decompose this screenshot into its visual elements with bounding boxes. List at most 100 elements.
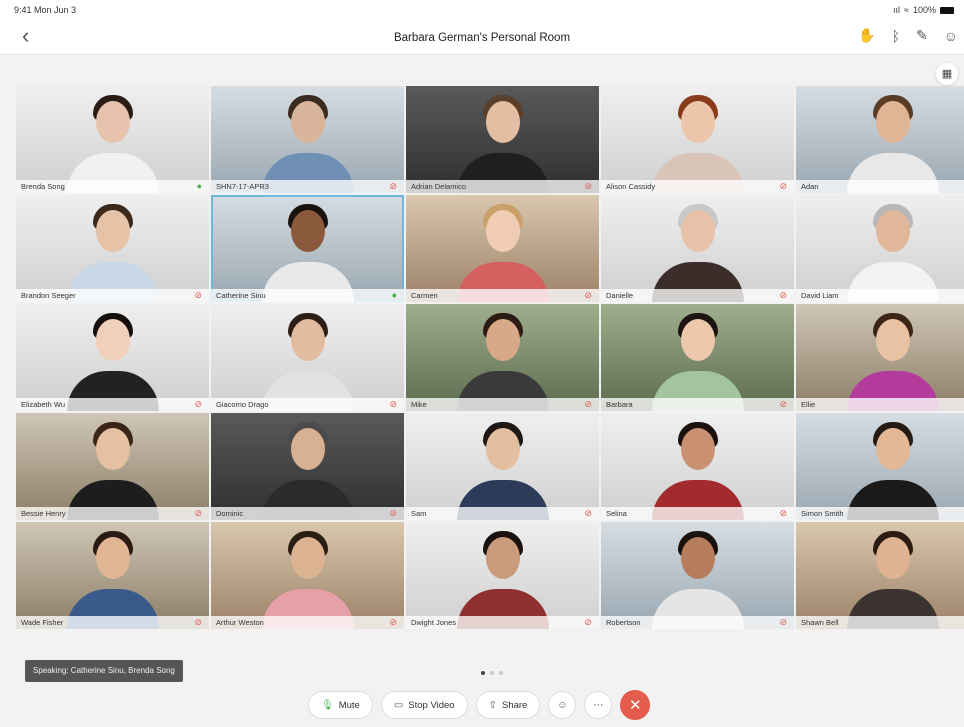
microphone-muted-icon: ⊘ <box>194 508 202 518</box>
participant-video <box>651 525 744 629</box>
participant-name: SHN7-17-APR3 <box>211 180 404 193</box>
participant-tile[interactable]: Dominic ⊘ <box>211 413 404 520</box>
participant-video <box>846 198 939 302</box>
participant-name: Shawn Bell <box>796 616 964 629</box>
participant-tile[interactable]: Elizabeth Wu ⊘ <box>16 304 209 411</box>
participant-tile[interactable]: Simon Smith⊘ <box>796 413 964 520</box>
microphone-muted-icon: ⊘ <box>584 508 592 518</box>
participant-tile[interactable]: Catherine Sinu ● <box>211 195 404 302</box>
share-label: Share <box>501 699 528 711</box>
page-dot[interactable] <box>481 671 485 675</box>
participant-name: David Liam <box>796 289 964 302</box>
status-time: 9:41 Mon Jun 3 <box>14 5 77 15</box>
participant-video <box>261 198 354 302</box>
participant-tile[interactable]: Dwight Jones ⊘ <box>406 522 599 629</box>
participant-name: Giacomo Drago <box>211 398 404 411</box>
layout-toggle-icon[interactable]: ▦ <box>936 63 958 85</box>
microphone-muted-icon: ⊘ <box>779 617 787 627</box>
battery-icon <box>940 6 954 14</box>
participant-video <box>66 307 159 411</box>
participant-tile[interactable]: Shawn Bell⊘ <box>796 522 964 629</box>
more-options-button[interactable]: ⋯ <box>584 691 613 719</box>
participant-tile[interactable]: Bessie Henry ⊘ <box>16 413 209 520</box>
nav-actions: ✋ ᛒ ✎ ☺ <box>858 27 958 44</box>
microphone-icon: ● <box>391 290 397 300</box>
participant-video <box>846 307 939 411</box>
page-indicator[interactable] <box>481 671 503 675</box>
participant-tile[interactable]: Ellie⊘ <box>796 304 964 411</box>
participant-video <box>651 307 744 411</box>
participant-name: Dominic <box>211 507 404 520</box>
participant-video <box>846 525 939 629</box>
end-call-button[interactable]: ✕ <box>620 690 651 720</box>
share-button[interactable]: ⇧ Share <box>475 691 541 719</box>
participant-tile[interactable]: Adan⊘ <box>796 86 964 193</box>
participant-tile[interactable]: SHN7-17-APR3 ⊘ <box>211 86 404 193</box>
participant-tile[interactable]: Alison Cassidy ⊘ <box>601 86 794 193</box>
participant-tile[interactable]: Barbara ⊘ <box>601 304 794 411</box>
participant-name: Carmen <box>406 289 599 302</box>
participant-tile[interactable]: Carmen ⊘ <box>406 195 599 302</box>
participant-tile[interactable]: Brenda Song ● <box>16 86 209 193</box>
microphone-muted-icon: ⊘ <box>779 508 787 518</box>
close-icon: ✕ <box>629 697 642 714</box>
page-dot[interactable] <box>499 671 503 675</box>
participant-name: Simon Smith <box>796 507 964 520</box>
hand-raise-icon[interactable]: ✋ <box>858 27 875 44</box>
participants-button[interactable]: ☺ <box>548 691 577 719</box>
participant-name: Barbara <box>601 398 794 411</box>
participant-name: Catherine Sinu <box>211 289 404 302</box>
video-grid: Brenda Song ● SHN7-17-APR3 ⊘ Adrian Delamico… <box>16 86 964 629</box>
participant-tile[interactable]: Mike ⊘ <box>406 304 599 411</box>
participant-video <box>456 89 549 193</box>
mute-button[interactable]: 🎙 Mute <box>308 691 373 719</box>
microphone-muted-icon: ⊘ <box>584 617 592 627</box>
microphone-muted-icon: ⊘ <box>194 617 202 627</box>
annotate-icon[interactable]: ✎ <box>916 27 928 44</box>
microphone-muted-icon: ⊘ <box>779 181 787 191</box>
mute-label: Mute <box>338 699 360 711</box>
participant-tile[interactable]: Adrian Delamico ⊘ <box>406 86 599 193</box>
microphone-muted-icon: ⊘ <box>194 290 202 300</box>
signal-icon: ııl <box>893 5 901 15</box>
stop-video-button[interactable]: ▭ Stop Video <box>380 691 468 719</box>
participant-name: Adan <box>796 180 964 193</box>
microphone-muted-icon: ⊘ <box>584 290 592 300</box>
participant-video <box>456 525 549 629</box>
microphone-muted-icon: ⊘ <box>389 508 397 518</box>
bluetooth-icon[interactable]: ᛒ <box>892 28 900 44</box>
participants-icon: ☺ <box>557 699 568 711</box>
nav-bar: ‹ Barbara German's Personal Room ✋ ᛒ ✎ ☺ <box>0 20 964 55</box>
participant-tile[interactable]: Selina ⊘ <box>601 413 794 520</box>
call-controls: 🎙 Mute ▭ Stop Video ⇧ Share ☺ ⋯ ✕ <box>308 690 651 720</box>
participant-tile[interactable]: Arthur Weston ⊘ <box>211 522 404 629</box>
microphone-muted-icon: ⊘ <box>779 399 787 409</box>
participant-name: Brandon Seeger <box>16 289 209 302</box>
participant-tile[interactable]: Giacomo Drago ⊘ <box>211 304 404 411</box>
participant-video <box>456 198 549 302</box>
participant-name: Ellie <box>796 398 964 411</box>
participant-name: Selina <box>601 507 794 520</box>
participant-video <box>261 89 354 193</box>
participant-tile[interactable]: David Liam⊘ <box>796 195 964 302</box>
participant-tile[interactable]: Robertson ⊘ <box>601 522 794 629</box>
wifi-icon: ≈ <box>904 5 909 15</box>
microphone-muted-icon: ⊘ <box>389 399 397 409</box>
microphone-muted-icon: ⊘ <box>584 399 592 409</box>
speaking-indicator: Speaking: Catherine Sinu, Brenda Song <box>25 660 183 682</box>
participant-tile[interactable]: Danielle ⊘ <box>601 195 794 302</box>
participant-name: Dwight Jones <box>406 616 599 629</box>
participant-video <box>66 416 159 520</box>
participants-icon[interactable]: ☺ <box>944 28 958 44</box>
participant-tile[interactable]: Wade Fisher ⊘ <box>16 522 209 629</box>
microphone-muted-icon: ⊘ <box>389 617 397 627</box>
participant-video <box>261 307 354 411</box>
page-dot[interactable] <box>490 671 494 675</box>
participant-tile[interactable]: Brandon Seeger ⊘ <box>16 195 209 302</box>
participant-video <box>261 525 354 629</box>
participant-video <box>261 416 354 520</box>
participant-tile[interactable]: Sam ⊘ <box>406 413 599 520</box>
participant-name: Mike <box>406 398 599 411</box>
participant-video <box>66 89 159 193</box>
participant-name: Elizabeth Wu <box>16 398 209 411</box>
